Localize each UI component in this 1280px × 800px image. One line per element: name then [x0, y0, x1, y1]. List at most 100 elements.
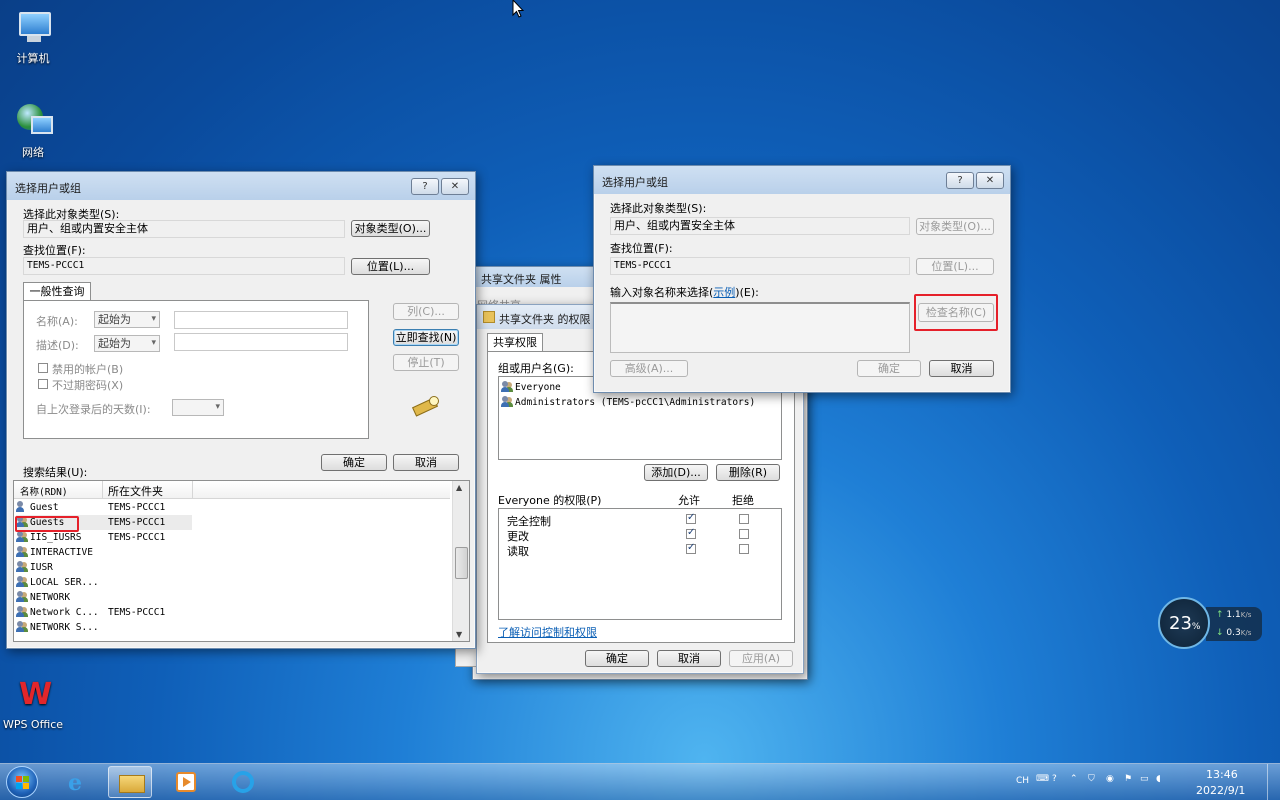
select-users-dialog-right: 选择用户或组 ? ✕ 选择此对象类型(S): 用户、组或内置安全主体 对象类型(…: [593, 165, 1011, 393]
table-row[interactable]: NETWORK: [16, 590, 192, 605]
deny-checkbox[interactable]: [739, 544, 749, 554]
desc-combo[interactable]: 起始为: [94, 335, 160, 352]
location-label: 查找位置(F):: [23, 244, 86, 257]
add-button[interactable]: 添加(D)...: [644, 464, 708, 481]
object-types-button[interactable]: 对象类型(O)...: [916, 218, 994, 235]
locations-button[interactable]: 位置(L)...: [351, 258, 430, 275]
allow-checkbox[interactable]: [686, 527, 696, 539]
columns-button[interactable]: 列(C)...: [393, 303, 459, 320]
scroll-down-icon[interactable]: ▼: [456, 630, 462, 639]
location-label: 查找位置(F):: [610, 242, 673, 255]
names-input[interactable]: [610, 302, 910, 353]
desc-input[interactable]: [174, 333, 348, 351]
volume-icon[interactable]: ◖: [1156, 774, 1161, 784]
clock-time[interactable]: 13:46: [1206, 768, 1238, 781]
dialog-title: 选择用户或组: [602, 176, 668, 189]
users-icon: [16, 561, 28, 572]
close-icon[interactable]: ✕: [441, 178, 469, 195]
show-hidden-icons-icon[interactable]: ⌃: [1070, 774, 1078, 784]
user-icon: [16, 501, 28, 512]
non-expiring-checkbox[interactable]: [38, 379, 48, 389]
tab-share-permissions[interactable]: 共享权限: [487, 333, 543, 352]
table-row[interactable]: IUSR: [16, 560, 192, 575]
clock-date[interactable]: 2022/9/1: [1196, 784, 1245, 797]
find-now-button[interactable]: 立即查找(N): [393, 329, 459, 346]
table-row[interactable]: Network C... TEMS-PCCC1: [16, 605, 192, 620]
location-field: TEMS-PCCC1: [610, 257, 910, 275]
remove-button[interactable]: 删除(R): [716, 464, 780, 481]
object-type-field: 用户、组或内置安全主体: [610, 217, 910, 235]
tab-common-queries[interactable]: 一般性查询: [23, 282, 91, 301]
results-list[interactable]: 名称(RDN) 所在文件夹 Guest TEMS-PCCC1 Guests TEMS…: [13, 480, 470, 642]
shield-icon[interactable]: ⛉: [1088, 774, 1095, 784]
ok-button[interactable]: 确定: [857, 360, 921, 377]
desktop-icon-computer[interactable]: 计算机: [1, 8, 65, 66]
learn-link[interactable]: 了解访问控制和权限: [498, 624, 597, 640]
locations-button[interactable]: 位置(L)...: [916, 258, 994, 275]
show-desktop-button[interactable]: [1267, 764, 1280, 800]
flag-icon[interactable]: ⚑: [1124, 774, 1132, 784]
users-icon: [16, 531, 28, 542]
help-icon[interactable]: ?: [946, 172, 974, 189]
highlight-box: [15, 516, 79, 532]
dialog-title: 选择用户或组: [15, 182, 81, 195]
cancel-button[interactable]: 取消: [393, 454, 459, 471]
language-indicator[interactable]: CH: [1016, 776, 1029, 786]
desc-label: 描述(D):: [36, 339, 79, 352]
name-input[interactable]: [174, 311, 348, 329]
deny-checkbox[interactable]: [739, 529, 749, 539]
allow-checkbox[interactable]: [686, 542, 696, 554]
table-row[interactable]: Guest TEMS-PCCC1: [16, 500, 192, 515]
keyboard-icon[interactable]: ⌨: [1036, 774, 1049, 784]
list-item[interactable]: Administrators (TEMS-pcCC1\Administrator…: [501, 395, 779, 410]
disabled-accounts-checkbox[interactable]: [38, 363, 48, 373]
ok-button[interactable]: 确定: [585, 650, 649, 667]
cancel-button[interactable]: 取消: [657, 650, 721, 667]
allow-checkbox[interactable]: [686, 512, 696, 524]
object-types-button[interactable]: 对象类型(O)...: [351, 220, 430, 237]
ok-button[interactable]: 确定: [321, 454, 387, 471]
folder-icon: [483, 311, 495, 323]
desktop-icon-wps[interactable]: W WPS Office: [0, 676, 66, 732]
scroll-up-icon[interactable]: ▲: [456, 483, 462, 492]
table-row[interactable]: NETWORK S...: [16, 620, 192, 635]
start-button[interactable]: [6, 766, 38, 798]
upload-arrow-icon: ↑: [1216, 610, 1224, 620]
list-header: 名称(RDN) 所在文件夹: [14, 481, 450, 499]
explorer-icon[interactable]: [108, 766, 152, 798]
scrollbar[interactable]: ▲ ▼: [452, 481, 469, 641]
close-icon[interactable]: ✕: [976, 172, 1004, 189]
examples-link[interactable]: 示例: [713, 286, 735, 299]
table-row[interactable]: IIS_IUSRS TEMS-PCCC1: [16, 530, 192, 545]
desktop-icon-label: WPS Office: [2, 718, 64, 731]
col-folder-header[interactable]: 所在文件夹: [108, 483, 163, 499]
object-type-label: 选择此对象类型(S):: [610, 202, 707, 215]
col-name-header[interactable]: 名称(RDN): [20, 484, 68, 498]
scroll-thumb[interactable]: [455, 547, 468, 579]
antivirus-icon[interactable]: ◉: [1106, 774, 1114, 784]
window-title: 共享文件夹 属性: [481, 273, 562, 286]
desktop-icon-network[interactable]: 网络: [1, 102, 65, 160]
help-icon[interactable]: ?: [1052, 774, 1057, 784]
ie-icon[interactable]: e: [58, 766, 102, 798]
permissions-list: 完全控制 更改 读取: [498, 508, 782, 620]
name-combo[interactable]: 起始为: [94, 311, 160, 328]
deny-checkbox[interactable]: [739, 514, 749, 524]
apply-button[interactable]: 应用(A): [729, 650, 793, 667]
stop-button[interactable]: 停止(T): [393, 354, 459, 371]
system-tray: CH ⌨ ? ⌃ ⛉ ◉ ⚑ ▭ ◖ 13:46 2022/9/1: [1010, 764, 1280, 800]
object-type-field: 用户、组或内置安全主体: [23, 220, 345, 238]
cancel-button[interactable]: 取消: [929, 360, 994, 377]
help-icon[interactable]: ?: [411, 178, 439, 195]
network-tray-icon[interactable]: ▭: [1140, 774, 1149, 784]
qq-browser-icon[interactable]: [222, 766, 266, 798]
media-player-icon[interactable]: [164, 766, 208, 798]
network-speed-widget[interactable]: 23% ↑ 1.1K/s ↓ 0.3K/s: [1158, 597, 1264, 651]
advanced-button[interactable]: 高级(A)...: [610, 360, 688, 377]
table-row[interactable]: LOCAL SER...: [16, 575, 192, 590]
days-combo[interactable]: [172, 399, 224, 416]
name-label: 名称(A):: [36, 315, 78, 328]
table-row[interactable]: INTERACTIVE: [16, 545, 192, 560]
computer-icon: [13, 8, 53, 48]
upload-speed: ↑ 1.1K/s: [1216, 610, 1252, 620]
